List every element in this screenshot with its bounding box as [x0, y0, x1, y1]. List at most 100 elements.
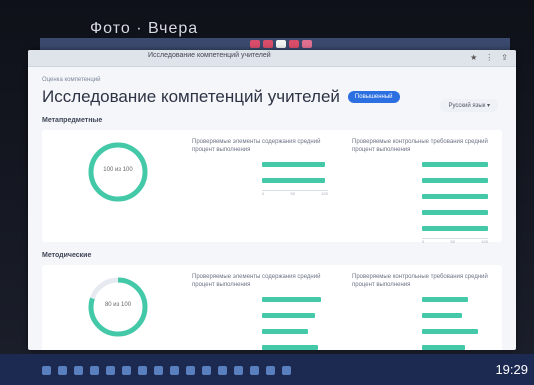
bar — [262, 329, 309, 334]
level-badge: Повышенный — [347, 91, 400, 103]
taskbar-app-icon[interactable] — [234, 366, 243, 375]
bar — [262, 297, 322, 302]
bar — [262, 178, 325, 183]
page-content: Оценка компетенций Исследование компетен… — [28, 67, 516, 350]
requirements-panel: Проверяемые контрольные требования средн… — [352, 138, 490, 244]
axis-ticks: 0 50 100 — [262, 191, 328, 196]
bar — [422, 329, 479, 334]
bar — [422, 345, 465, 350]
score-ring: 100 из 100 — [86, 140, 150, 204]
bar-row — [192, 295, 330, 305]
section-label: Методические — [42, 252, 92, 259]
bar — [422, 178, 488, 183]
clock: 19:29 — [495, 362, 528, 377]
language-select[interactable]: Русский язык ▾ — [440, 99, 498, 112]
photo-frame: Фото · Вчера Исследование компетенций уч… — [0, 0, 534, 385]
bar — [262, 345, 319, 350]
bar-row — [192, 327, 330, 337]
taskbar-app-icon[interactable] — [122, 366, 131, 375]
bar — [422, 194, 488, 199]
taskbar-app-icon[interactable] — [218, 366, 227, 375]
score-label: 80 из 100 — [104, 302, 132, 308]
score-ring: 80 из 100 — [86, 275, 150, 339]
tick-label: 100 — [321, 191, 328, 196]
page-title: Исследование компетенций учителей — [42, 87, 340, 106]
tab-icon[interactable] — [263, 40, 273, 48]
bar-row — [352, 208, 490, 218]
window-controls: ★ ⋮ ⇪ — [470, 53, 508, 62]
panel-title: Проверяемые элементы содержания средний … — [192, 139, 321, 153]
bar-list: 0 50 100 — [192, 160, 330, 196]
section-metasubject: Метапредметные 100 из 100 Проверяемые эл… — [42, 117, 502, 244]
bar-row — [192, 343, 330, 350]
tab-icon[interactable] — [289, 40, 299, 48]
tick-label: 50 — [290, 191, 295, 196]
axis-ticks: 0 50 100 — [422, 239, 488, 244]
bar-row — [352, 160, 490, 170]
tab-icon[interactable] — [302, 40, 312, 48]
content-elements-panel: Проверяемые элементы содержания средний … — [192, 273, 330, 350]
taskbar-app-icon[interactable] — [90, 366, 99, 375]
bar-row — [352, 224, 490, 234]
content-elements-panel: Проверяемые элементы содержания средний … — [192, 138, 330, 196]
tick-label: 50 — [450, 239, 455, 244]
browser-window: Исследование компетенций учителей ★ ⋮ ⇪ … — [28, 50, 516, 350]
section-card: 100 из 100 Проверяемые элементы содержан… — [42, 130, 502, 244]
panel-title: Проверяемые контрольные требования средн… — [352, 139, 488, 153]
breadcrumb[interactable]: Оценка компетенций — [42, 77, 502, 83]
window-title: Исследование компетенций учителей — [148, 52, 271, 59]
tab-icon[interactable] — [276, 40, 286, 48]
requirements-panel: Проверяемые контрольные требования средн… — [352, 273, 490, 350]
photo-caption: Фото · Вчера — [90, 20, 199, 37]
menu-icon[interactable]: ⋮ — [485, 53, 493, 62]
tick-label: 0 — [262, 191, 265, 196]
bar — [422, 162, 488, 167]
bar — [422, 313, 462, 318]
bar — [262, 313, 315, 318]
taskbar: 19:29 — [0, 354, 534, 385]
page-header: Исследование компетенций учителей Повыше… — [42, 87, 502, 107]
bar-list: 050100 — [192, 295, 330, 350]
bar-row — [352, 343, 490, 350]
tick-label: 100 — [481, 239, 488, 244]
title-bar: Исследование компетенций учителей ★ ⋮ ⇪ — [28, 50, 516, 67]
taskbar-app-icon[interactable] — [58, 366, 67, 375]
bar-row — [352, 192, 490, 202]
bar-row — [192, 311, 330, 321]
taskbar-app-icon[interactable] — [282, 366, 291, 375]
section-methodical: Методические 80 из 100 Проверяемые элеме… — [42, 252, 502, 350]
panel-title: Проверяемые элементы содержания средний … — [192, 274, 321, 288]
bar-list: 050100 — [352, 295, 490, 350]
bar — [422, 297, 469, 302]
taskbar-app-icon[interactable] — [186, 366, 195, 375]
taskbar-app-icon[interactable] — [154, 366, 163, 375]
tick-label: 0 — [422, 239, 425, 244]
bar — [262, 162, 325, 167]
taskbar-app-icon[interactable] — [138, 366, 147, 375]
bar-row — [352, 295, 490, 305]
taskbar-app-icon[interactable] — [266, 366, 275, 375]
panel-title: Проверяемые контрольные требования средн… — [352, 274, 488, 288]
start-icon[interactable] — [42, 366, 51, 375]
section-card: 80 из 100 Проверяемые элементы содержани… — [42, 265, 502, 350]
taskbar-app-icon[interactable] — [250, 366, 259, 375]
bar-row — [352, 327, 490, 337]
bar — [422, 210, 488, 215]
taskbar-icons — [42, 366, 291, 375]
bar — [422, 226, 488, 231]
taskbar-app-icon[interactable] — [74, 366, 83, 375]
score-label: 100 из 100 — [103, 167, 133, 173]
bar-row — [352, 311, 490, 321]
taskbar-app-icon[interactable] — [106, 366, 115, 375]
tab-strip-icons — [250, 38, 312, 50]
bar-list: 0 50 100 — [352, 160, 490, 244]
tab-icon[interactable] — [250, 40, 260, 48]
taskbar-app-icon[interactable] — [202, 366, 211, 375]
section-label: Метапредметные — [42, 117, 103, 124]
bar-row — [352, 176, 490, 186]
bar-row — [192, 160, 330, 170]
bar-row — [192, 176, 330, 186]
star-icon[interactable]: ★ — [470, 53, 477, 62]
share-icon[interactable]: ⇪ — [501, 53, 508, 62]
taskbar-app-icon[interactable] — [170, 366, 179, 375]
